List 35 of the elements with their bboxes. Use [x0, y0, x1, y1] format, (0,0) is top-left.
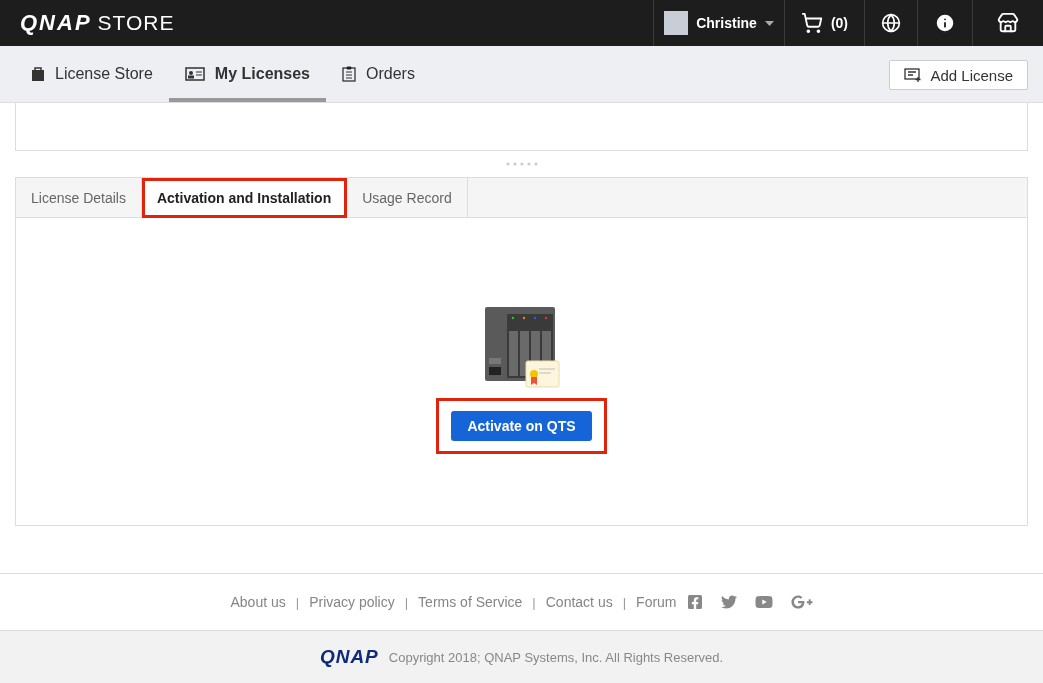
copyright-text: Copyright 2018; QNAP Systems, Inc. All Rights Reserved.	[388, 649, 724, 665]
clipboard-icon	[342, 66, 356, 82]
footer-logo: QNAP	[319, 646, 379, 668]
id-card-icon	[184, 67, 205, 81]
facebook-icon[interactable]	[686, 594, 703, 610]
splitter-handle[interactable]	[505, 162, 538, 166]
logo[interactable]: QNAP	[20, 10, 92, 36]
footer-link[interactable]: Contact us	[545, 594, 613, 610]
footer-link[interactable]: Terms of Service	[418, 594, 523, 610]
info-icon	[934, 12, 956, 34]
footer-link[interactable]: About us	[230, 594, 286, 610]
nav-tab[interactable]: Orders	[326, 46, 431, 102]
add-list-icon	[904, 68, 923, 82]
youtube-icon[interactable]	[754, 593, 773, 611]
activate-button[interactable]: Activate on QTS	[451, 411, 592, 441]
separator: |	[622, 594, 627, 610]
separator: |	[532, 594, 536, 610]
detail-tab[interactable]: Activation and Installation	[141, 178, 348, 218]
footer-link[interactable]: Privacy policy	[309, 594, 395, 610]
logo-subtitle: STORE	[97, 11, 175, 35]
twitter-icon[interactable]	[720, 594, 737, 610]
nav-tab[interactable]: License Store	[15, 46, 169, 102]
detail-tab[interactable]: License Details	[16, 178, 142, 217]
cart-icon	[800, 12, 823, 34]
globe-icon	[881, 13, 901, 33]
avatar-icon	[664, 11, 689, 35]
separator: |	[295, 594, 300, 610]
detail-tab[interactable]: Usage Record	[347, 178, 468, 217]
bag-icon	[31, 66, 45, 82]
footer-link[interactable]: Forum	[636, 594, 677, 610]
nav-tab[interactable]: My Licenses	[168, 46, 326, 102]
add-license-button[interactable]: Add License	[889, 60, 1028, 90]
separator: |	[404, 594, 409, 610]
caret-icon	[764, 20, 774, 26]
store-icon	[997, 12, 1019, 34]
